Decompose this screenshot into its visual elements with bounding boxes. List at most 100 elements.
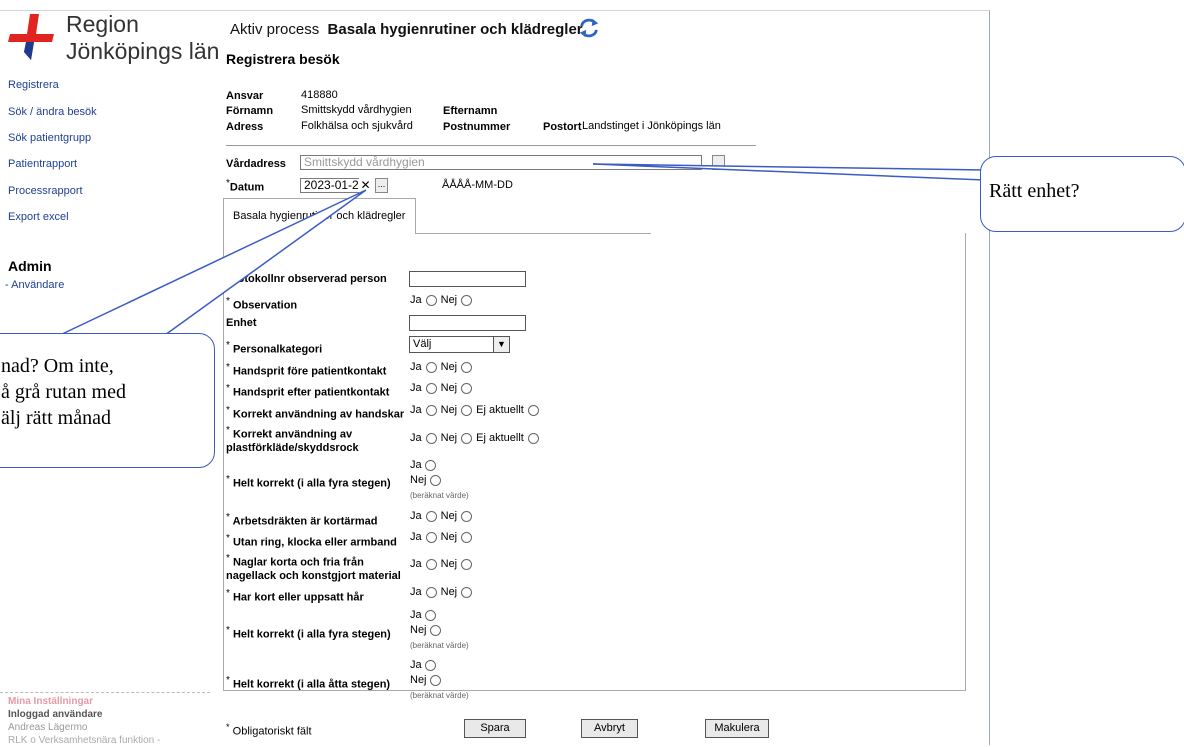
observation-label: * Observation [226, 296, 298, 312]
logged-in-user: Andreas Lägermo [8, 722, 88, 733]
q2-nej-radio[interactable] [461, 382, 473, 394]
nav-export-excel[interactable]: Export excel [8, 211, 69, 223]
q4-options: Ja Nej Ej aktuellt [410, 432, 539, 444]
q9-ja-radio[interactable] [425, 586, 437, 598]
q11-label: * Helt korrekt (i alla åtta stegen) [226, 675, 391, 691]
void-button[interactable]: Makulera [705, 719, 769, 738]
callout-datum-hint: nad? Om inte, å grå rutan med älj rätt m… [0, 333, 215, 468]
date-picker-button[interactable]: ... [375, 178, 388, 193]
logo-text-line1: Region [66, 11, 139, 37]
vardadress-picker-button[interactable] [712, 155, 725, 170]
fornamn-label: Förnamn [226, 105, 274, 117]
q1-ja-radio[interactable] [425, 361, 437, 373]
q3-ja-radio[interactable] [425, 404, 437, 416]
nav-patientrapport[interactable]: Patientrapport [8, 158, 77, 170]
q5-ja-radio [424, 459, 436, 471]
q7-ja-radio[interactable] [425, 531, 437, 543]
q6-nej-radio[interactable] [461, 510, 473, 522]
ansvar-label: Ansvar [226, 90, 264, 102]
q6-options: Ja Nej [410, 510, 473, 522]
ansvar-value: 418880 [301, 89, 338, 101]
q3-nej-radio[interactable] [461, 404, 473, 416]
q4-label: * Korrekt användning av plastförkläde/sky… [226, 425, 359, 454]
personal-selected: Välj [413, 338, 432, 350]
q1-nej-radio[interactable] [461, 361, 473, 373]
region-logo-icon [8, 14, 54, 60]
observation-nej-radio[interactable] [461, 294, 473, 306]
postort-label: Postort [543, 121, 582, 133]
active-process-label: Aktiv process [230, 21, 320, 38]
personalkategori-select[interactable]: Välj ▼ [409, 336, 510, 353]
q8-nej-radio[interactable] [461, 558, 473, 570]
q4-ja-radio[interactable] [425, 432, 437, 444]
datum-value: 2023-01-20 [304, 178, 366, 192]
form-panel [223, 233, 966, 691]
q10-label: * Helt korrekt (i alla fyra stegen) [226, 625, 391, 641]
q11-nej-radio [429, 674, 441, 686]
logged-in-label: Inloggad användare [8, 709, 103, 720]
q10-nej-radio [429, 624, 441, 636]
q10-ja-radio [424, 609, 436, 621]
required-note: * Obligatoriskt fält [226, 722, 312, 738]
date-format-hint: ÅÅÅÅ-MM-DD [442, 179, 513, 191]
nav-sok-patientgrupp[interactable]: Sök patientgrupp [8, 132, 91, 144]
nav-anvandare[interactable]: - Användare [5, 279, 64, 291]
q8-label: * Naglar korta och fria från nagellack oc… [226, 553, 401, 582]
q9-label: * Har kort eller uppsatt hår [226, 588, 364, 604]
q7-nej-radio[interactable] [461, 531, 473, 543]
tab-basala-hygienrutiner[interactable]: Basala hygienrutiner och klädregler [223, 198, 416, 234]
q11-ja-radio [424, 659, 436, 671]
q2-label: * Handsprit efter patientkontakt [226, 383, 390, 399]
q6-ja-radio[interactable] [425, 510, 437, 522]
cancel-button[interactable]: Avbryt [581, 719, 638, 738]
q5-nej-radio [429, 474, 441, 486]
protokoll-label: Protokollnr observerad person [226, 273, 387, 285]
q10-calc-note: (beräknat värde) [410, 641, 469, 650]
q5-label: * Helt korrekt (i alla fyra stegen) [226, 474, 391, 490]
q5-calc-note: (beräknat värde) [410, 491, 469, 500]
fornamn-value: Smittskydd vårdhygien [301, 104, 412, 116]
user-department: RLK o Verksamhetsnära funktion - [8, 735, 161, 746]
q9-nej-radio[interactable] [461, 586, 473, 598]
vardadress-input[interactable]: Smittskydd vårdhygien [300, 155, 702, 170]
settings-panel: Mina Inställningar Inloggad användare An… [0, 692, 210, 746]
q3-options: Ja Nej Ej aktuellt [410, 404, 539, 416]
save-button[interactable]: Spara [464, 719, 526, 738]
close-icon[interactable]: ✕ [359, 178, 372, 193]
protokoll-input[interactable] [409, 271, 526, 287]
q11-options: Ja Nej (beräknat värde) [410, 658, 469, 703]
nav-processrapport[interactable]: Processrapport [8, 185, 83, 197]
nav-registrera[interactable]: Registrera [8, 79, 59, 91]
q1-label: * Handsprit före patientkontakt [226, 362, 387, 378]
sync-icon[interactable] [578, 17, 600, 39]
q2-options: Ja Nej [410, 382, 473, 394]
q1-options: Ja Nej [410, 361, 473, 373]
adress-label: Adress [226, 121, 264, 133]
adress-value: Folkhälsa och sjukvård [301, 120, 413, 132]
datum-label: *Datum [226, 178, 265, 194]
observation-ja-radio[interactable] [425, 294, 437, 306]
q7-options: Ja Nej [410, 531, 473, 543]
q9-options: Ja Nej [410, 586, 473, 598]
q8-ja-radio[interactable] [425, 558, 437, 570]
q7-label: * Utan ring, klocka eller armband [226, 533, 397, 549]
nav-sok-andra-besok[interactable]: Sök / ändra besök [8, 106, 97, 118]
q10-options: Ja Nej (beräknat värde) [410, 608, 469, 653]
active-process: Aktiv process Basala hygienrutiner och k… [230, 21, 583, 38]
page-title: Registrera besök [226, 51, 340, 67]
active-process-name: Basala hygienrutiner och klädregler [327, 21, 583, 38]
q4-nej-radio[interactable] [461, 432, 473, 444]
q2-ja-radio[interactable] [425, 382, 437, 394]
enhet-label: Enhet [226, 317, 257, 329]
q6-label: * Arbetsdräkten är kortärmad [226, 512, 378, 528]
enhet-input[interactable] [409, 315, 526, 331]
admin-heading: Admin [8, 258, 52, 274]
postnummer-label: Postnummer [443, 121, 511, 133]
q3-label: * Korrekt användning av handskar [226, 405, 405, 421]
q4-ej-radio[interactable] [527, 432, 539, 444]
divider [226, 145, 756, 146]
settings-title[interactable]: Mina Inställningar [8, 695, 210, 708]
q5-options: Ja Nej (beräknat värde) [410, 458, 469, 503]
q3-ej-radio[interactable] [527, 404, 539, 416]
vardadress-label: Vårdadress [226, 158, 286, 170]
